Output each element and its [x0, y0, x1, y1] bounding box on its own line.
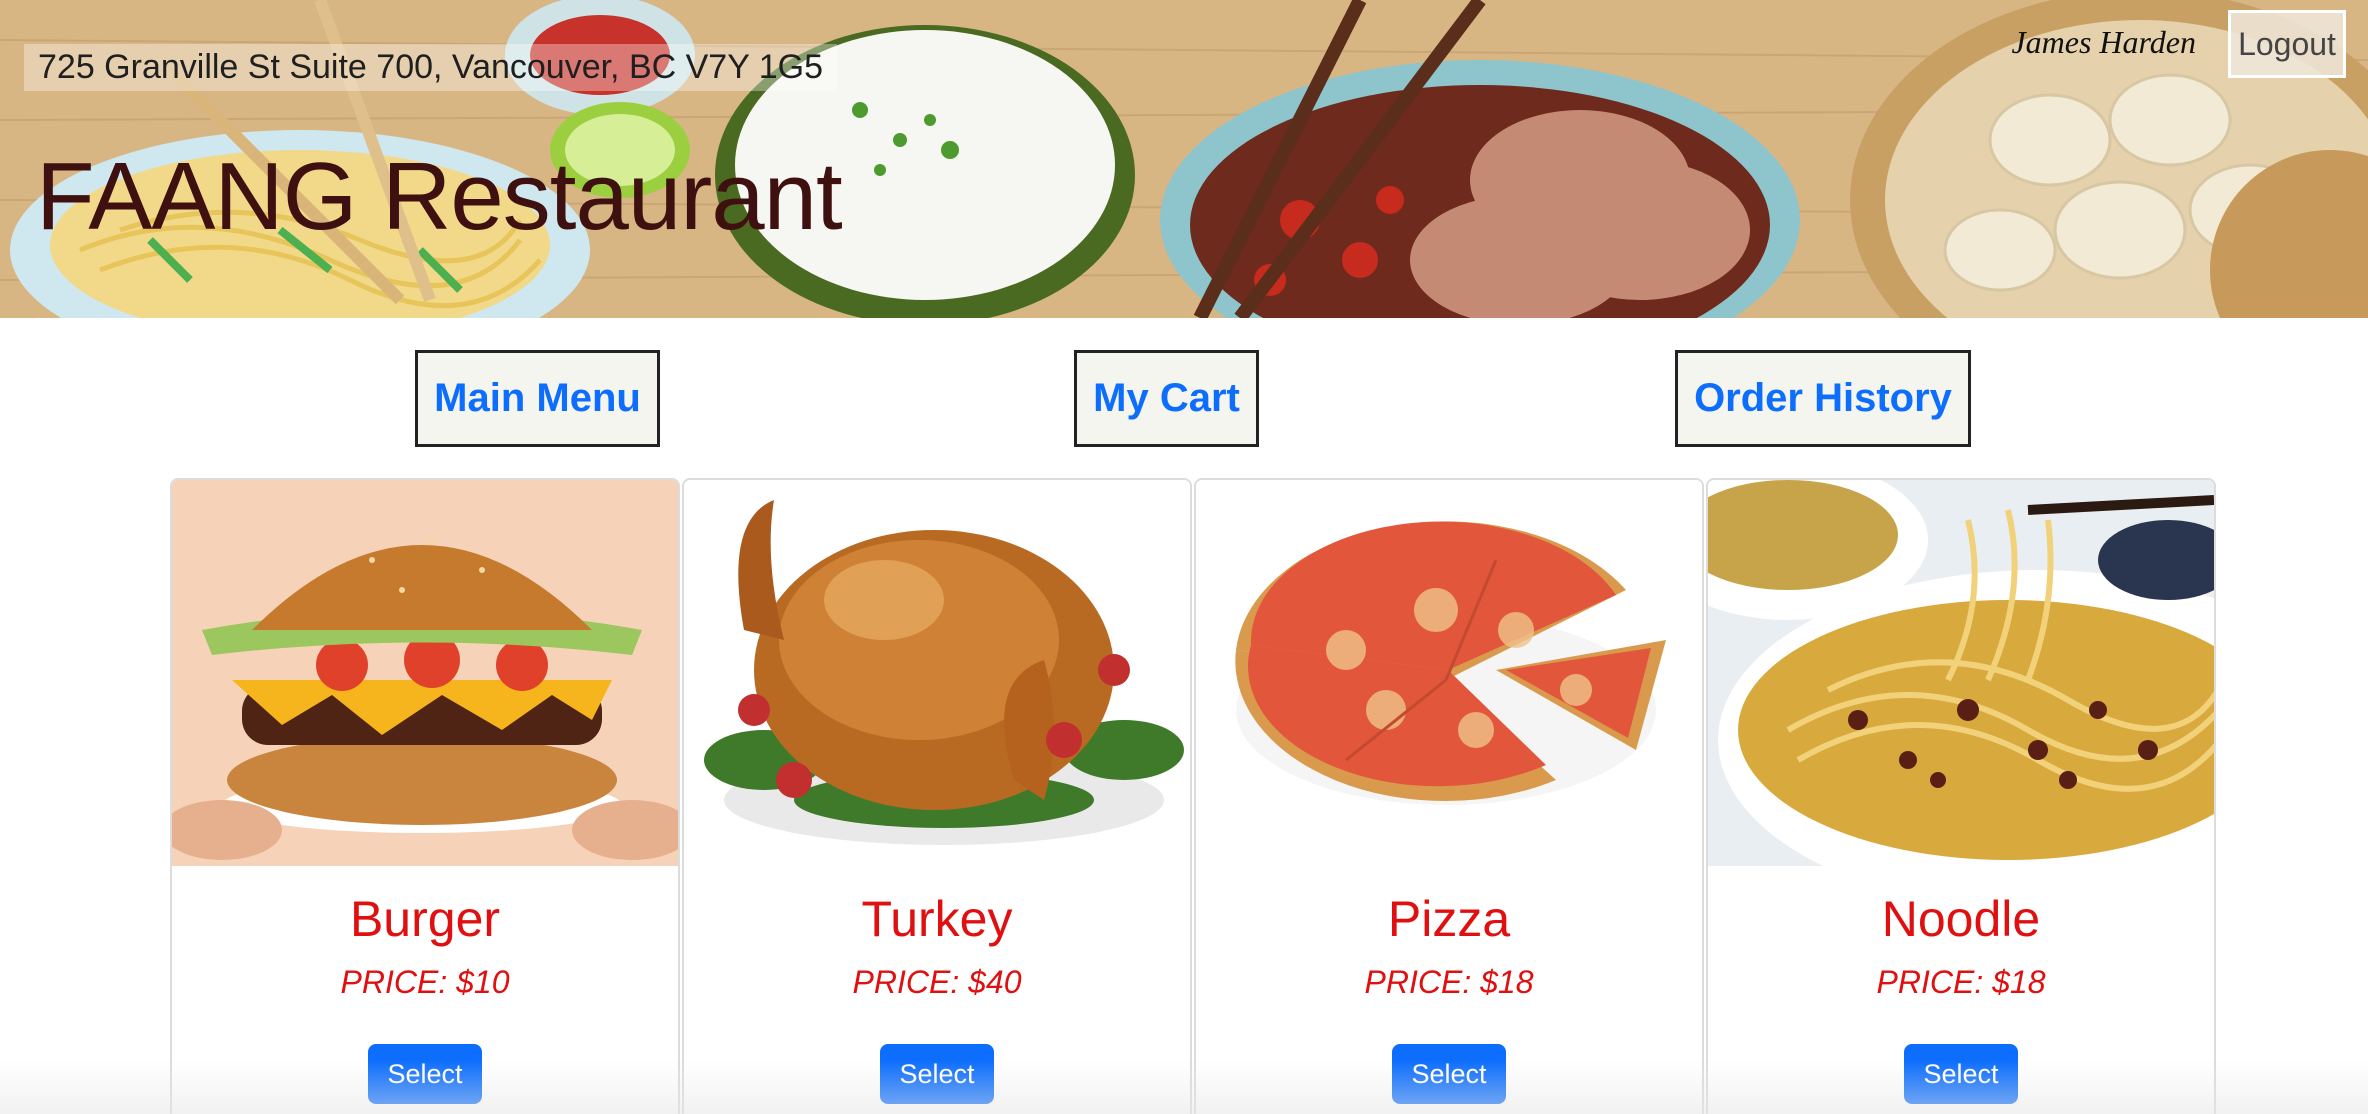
order-history-button[interactable]: Order History: [1675, 350, 1971, 447]
select-button[interactable]: Select: [368, 1044, 482, 1104]
main-menu-button[interactable]: Main Menu: [415, 350, 660, 447]
restaurant-address: 725 Granville St Suite 700, Vancouver, B…: [24, 44, 837, 91]
item-name: Burger: [349, 891, 501, 947]
item-price: PRICE: $10: [340, 964, 510, 1000]
my-cart-button[interactable]: My Cart: [1074, 350, 1259, 447]
page: 725 Granville St Suite 700, Vancouver, B…: [0, 0, 2368, 1114]
logout-button[interactable]: Logout: [2228, 10, 2346, 78]
item-name: Turkey: [861, 891, 1013, 947]
item-price: PRICE: $18: [1364, 964, 1534, 1000]
menu-card-burger: Burger PRICE: $10 Select: [170, 478, 680, 1114]
item-price: PRICE: $18: [1876, 964, 2046, 1000]
pizza-image: [1196, 480, 1702, 866]
restaurant-title: FAANG Restaurant: [36, 143, 843, 250]
noodle-image: [1708, 480, 2214, 866]
turkey-image: [684, 480, 1190, 866]
item-name: Noodle: [1881, 891, 2041, 947]
menu-card-noodle: Noodle PRICE: $18 Select: [1706, 478, 2216, 1114]
item-price: PRICE: $40: [852, 964, 1022, 1000]
menu-card-pizza: Pizza PRICE: $18 Select: [1194, 478, 1704, 1114]
select-button[interactable]: Select: [1392, 1044, 1506, 1104]
select-button[interactable]: Select: [1904, 1044, 2018, 1104]
user-name: James Harden: [2011, 24, 2196, 60]
select-button[interactable]: Select: [880, 1044, 994, 1104]
header-banner: 725 Granville St Suite 700, Vancouver, B…: [0, 0, 2368, 318]
menu-card-turkey: Turkey PRICE: $40 Select: [682, 478, 1192, 1114]
item-name: Pizza: [1387, 891, 1511, 947]
burger-image: [172, 480, 678, 866]
